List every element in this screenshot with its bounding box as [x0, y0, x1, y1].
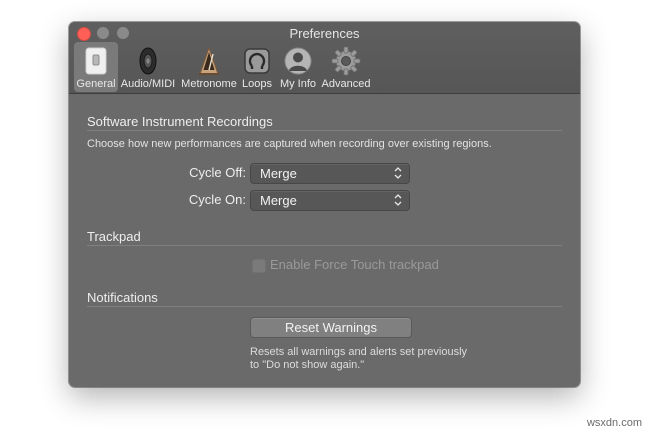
tab-audio-midi-label: Audio/MIDI [120, 78, 176, 90]
window-title: Preferences [289, 26, 360, 41]
tab-advanced[interactable]: Advanced [321, 42, 371, 92]
up-down-chevron-icon [394, 167, 402, 179]
trackpad-section-title: Trackpad [87, 229, 141, 244]
reset-warnings-button[interactable]: Reset Warnings [250, 317, 412, 338]
speaker-icon [139, 47, 157, 75]
tab-advanced-label: Advanced [321, 78, 371, 90]
tab-loops[interactable]: Loops [240, 42, 274, 92]
tab-audio-midi[interactable]: Audio/MIDI [120, 42, 176, 92]
cycle-off-label: Cycle Off: [189, 165, 246, 180]
reset-note-line-2: to "Do not show again." [250, 359, 365, 371]
cycle-on-popup[interactable]: Merge [250, 190, 410, 211]
tab-general-label: General [76, 78, 116, 90]
reset-note-line-1: Resets all warnings and alerts set previ… [250, 346, 468, 358]
cycle-off-value: Merge [260, 166, 297, 181]
metronome-icon [199, 46, 219, 75]
tab-loops-label: Loops [242, 78, 272, 90]
cycle-on-label: Cycle On: [188, 192, 246, 207]
tab-general[interactable]: General [74, 42, 118, 92]
force-touch-checkbox[interactable] [252, 259, 266, 273]
gear-icon [331, 46, 361, 76]
cycle-on-value: Merge [260, 193, 297, 208]
tab-my-info[interactable]: My Info [277, 42, 319, 92]
notifications-divider [87, 306, 562, 307]
loops-icon [244, 48, 270, 74]
recordings-description: Choose how new performances are captured… [87, 138, 492, 150]
tab-metronome[interactable]: Metronome [180, 42, 238, 92]
up-down-chevron-icon [394, 194, 402, 206]
tab-metronome-label: Metronome [181, 78, 237, 90]
notifications-section-title: Notifications [87, 290, 158, 305]
recordings-divider [87, 130, 562, 131]
force-touch-label: Enable Force Touch trackpad [270, 257, 439, 272]
general-switch-icon [85, 47, 107, 75]
tab-my-info-label: My Info [279, 78, 317, 90]
title-bar: Preferences General Audio/MIDI Metronome… [69, 22, 580, 94]
recordings-section-title: Software Instrument Recordings [87, 114, 273, 129]
trackpad-divider [87, 245, 562, 246]
preferences-window: Preferences General Audio/MIDI Metronome… [69, 22, 580, 387]
cycle-off-popup[interactable]: Merge [250, 163, 410, 184]
watermark: wsxdn.com [586, 417, 642, 429]
user-silhouette-icon [284, 47, 312, 75]
